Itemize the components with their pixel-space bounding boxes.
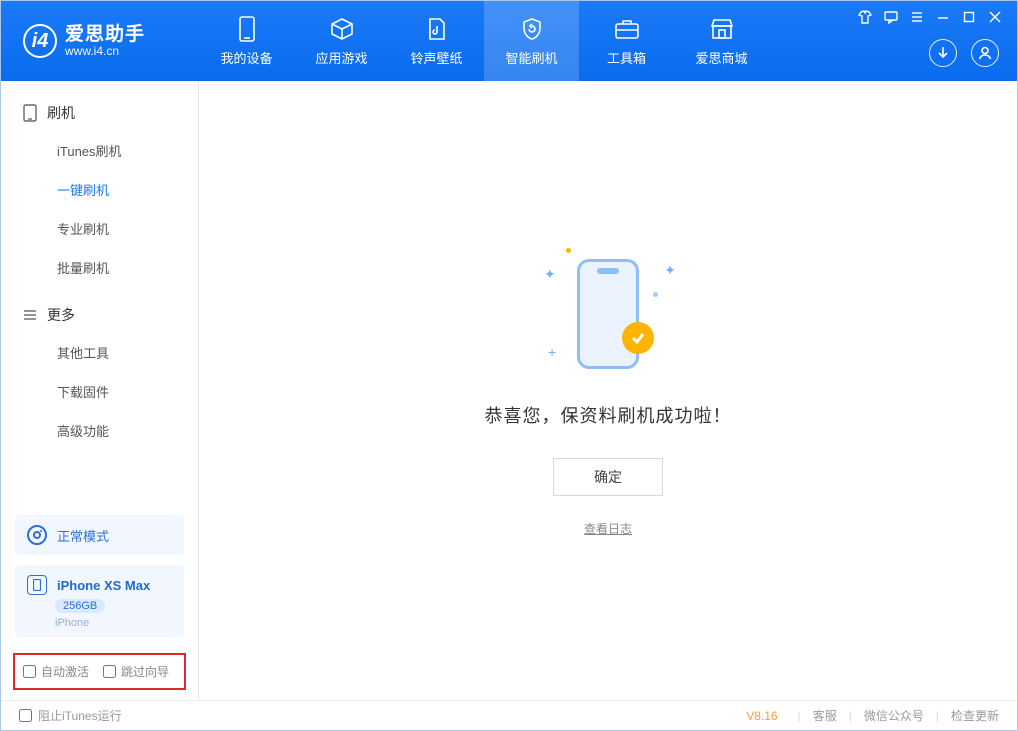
list-icon bbox=[23, 308, 37, 322]
store-icon bbox=[709, 16, 735, 42]
status-bar: 阻止iTunes运行 V8.16 | 客服 | 微信公众号 | 检查更新 bbox=[1, 700, 1017, 730]
app-header: i4 爱思助手 www.i4.cn 我的设备 应用游戏 铃声壁纸 智能刷机 工具… bbox=[1, 1, 1017, 81]
dot-decoration bbox=[566, 248, 571, 253]
phone-icon bbox=[234, 16, 260, 42]
sidebar-group-flash: 刷机 bbox=[1, 95, 198, 131]
check-badge-icon bbox=[622, 322, 654, 354]
device-icon bbox=[23, 104, 37, 122]
tab-apps-games[interactable]: 应用游戏 bbox=[294, 1, 389, 81]
window-controls bbox=[857, 9, 1003, 25]
phone-small-icon bbox=[27, 575, 47, 595]
device-mode-label: 正常模式 bbox=[57, 526, 109, 545]
checkbox-skip-guide[interactable]: 跳过向导 bbox=[103, 663, 169, 680]
app-logo: i4 爱思助手 www.i4.cn bbox=[1, 24, 199, 58]
cube-icon bbox=[329, 16, 355, 42]
sidebar-item-pro-flash[interactable]: 专业刷机 bbox=[1, 209, 198, 248]
sidebar-group-more: 更多 bbox=[1, 297, 198, 333]
device-name: iPhone XS Max bbox=[57, 578, 150, 593]
checkbox-auto-activate[interactable]: 自动激活 bbox=[23, 663, 89, 680]
toolbox-icon bbox=[614, 16, 640, 42]
tab-my-device[interactable]: 我的设备 bbox=[199, 1, 294, 81]
tab-smart-flash[interactable]: 智能刷机 bbox=[484, 1, 579, 81]
version-label: V8.16 bbox=[746, 709, 777, 723]
account-button[interactable] bbox=[971, 39, 999, 67]
main-tabs: 我的设备 应用游戏 铃声壁纸 智能刷机 工具箱 爱思商城 bbox=[199, 1, 769, 81]
maximize-button[interactable] bbox=[961, 9, 977, 25]
device-storage-badge: 256GB bbox=[55, 599, 105, 613]
shield-refresh-icon bbox=[519, 16, 545, 42]
flash-options-box: 自动激活 跳过向导 bbox=[13, 653, 186, 690]
success-message: 恭喜您，保资料刷机成功啦！ bbox=[485, 402, 732, 428]
header-right-actions bbox=[929, 39, 999, 67]
sparkle-icon: ✦ bbox=[544, 266, 556, 283]
sidebar-item-itunes-flash[interactable]: iTunes刷机 bbox=[1, 131, 198, 170]
success-illustration: ✦ ✦ + bbox=[538, 244, 678, 384]
dot-decoration bbox=[653, 292, 658, 297]
download-button[interactable] bbox=[929, 39, 957, 67]
view-log-link[interactable]: 查看日志 bbox=[584, 520, 632, 537]
checkbox-block-itunes[interactable]: 阻止iTunes运行 bbox=[19, 707, 122, 724]
sidebar-item-advanced[interactable]: 高级功能 bbox=[1, 411, 198, 450]
wechat-link[interactable]: 微信公众号 bbox=[864, 707, 924, 724]
app-title: 爱思助手 bbox=[65, 25, 145, 45]
sparkle-icon: + bbox=[548, 344, 556, 360]
sidebar: 刷机 iTunes刷机 一键刷机 专业刷机 批量刷机 更多 其他工具 下载固件 … bbox=[1, 81, 199, 700]
close-button[interactable] bbox=[987, 9, 1003, 25]
device-card[interactable]: iPhone XS Max 256GB iPhone bbox=[15, 565, 184, 637]
mode-icon bbox=[27, 525, 47, 545]
phone-illustration-icon bbox=[577, 259, 639, 369]
menu-icon[interactable] bbox=[909, 9, 925, 25]
music-file-icon bbox=[424, 16, 450, 42]
app-subtitle: www.i4.cn bbox=[65, 45, 145, 58]
ok-button[interactable]: 确定 bbox=[553, 458, 663, 496]
sidebar-item-download-firmware[interactable]: 下载固件 bbox=[1, 372, 198, 411]
device-mode-card[interactable]: 正常模式 bbox=[15, 515, 184, 555]
sidebar-item-other-tools[interactable]: 其他工具 bbox=[1, 333, 198, 372]
sidebar-item-onekey-flash[interactable]: 一键刷机 bbox=[1, 170, 198, 209]
support-link[interactable]: 客服 bbox=[813, 707, 837, 724]
device-type: iPhone bbox=[55, 617, 89, 629]
sparkle-icon: ✦ bbox=[664, 262, 676, 279]
tab-store[interactable]: 爱思商城 bbox=[674, 1, 769, 81]
minimize-button[interactable] bbox=[935, 9, 951, 25]
sidebar-item-batch-flash[interactable]: 批量刷机 bbox=[1, 248, 198, 287]
main-content: ✦ ✦ + 恭喜您，保资料刷机成功啦！ 确定 查看日志 bbox=[199, 81, 1017, 700]
check-update-link[interactable]: 检查更新 bbox=[951, 707, 999, 724]
tab-ringtone-wallpaper[interactable]: 铃声壁纸 bbox=[389, 1, 484, 81]
skin-icon[interactable] bbox=[857, 9, 873, 25]
logo-icon: i4 bbox=[23, 24, 57, 58]
feedback-icon[interactable] bbox=[883, 9, 899, 25]
tab-toolbox[interactable]: 工具箱 bbox=[579, 1, 674, 81]
